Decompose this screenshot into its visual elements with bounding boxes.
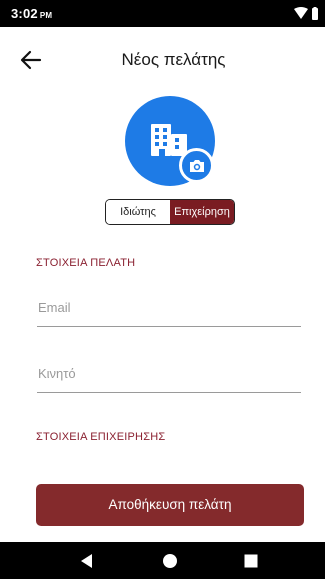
nav-recents-icon xyxy=(244,554,258,568)
customer-type-business[interactable]: Επιχείρηση xyxy=(170,200,234,224)
customer-type-toggle: Ιδιώτης Επιχείρηση xyxy=(105,199,235,225)
wifi-icon xyxy=(294,7,308,19)
section-title-customer-details: ΣΤΟΙΧΕΙΑ ΠΕΛΑΤΗ xyxy=(36,257,136,269)
page-title: Νέος πελάτης xyxy=(121,50,226,69)
status-icons xyxy=(293,7,319,21)
nav-back-icon xyxy=(81,554,92,568)
status-clock: 3:02 PM xyxy=(11,6,52,21)
status-ampm-text: PM xyxy=(39,11,53,20)
nav-home-button[interactable] xyxy=(161,552,179,570)
navigation-bar xyxy=(0,542,325,579)
customer-type-individual[interactable]: Ιδιώτης xyxy=(106,200,170,224)
screen: 3:02 PM Νέος πελάτης Ιδιώτης Επιχείρηση … xyxy=(0,0,325,579)
status-bar: 3:02 PM xyxy=(0,0,325,27)
change-photo-button[interactable] xyxy=(179,148,214,183)
nav-recents-button[interactable] xyxy=(242,552,260,570)
save-customer-button[interactable]: Αποθήκευση πελάτη xyxy=(36,484,304,526)
status-time-text: 3:02 xyxy=(11,6,38,21)
battery-icon xyxy=(312,7,318,20)
email-field[interactable] xyxy=(37,293,301,327)
section-title-business-details: ΣΤΟΙΧΕΙΑ ΕΠΙΧΕΙΡΗΣΗΣ xyxy=(36,431,166,443)
nav-back-button[interactable] xyxy=(78,552,96,570)
mobile-field[interactable] xyxy=(37,359,301,393)
camera-icon xyxy=(190,160,204,172)
nav-home-icon xyxy=(163,554,177,568)
